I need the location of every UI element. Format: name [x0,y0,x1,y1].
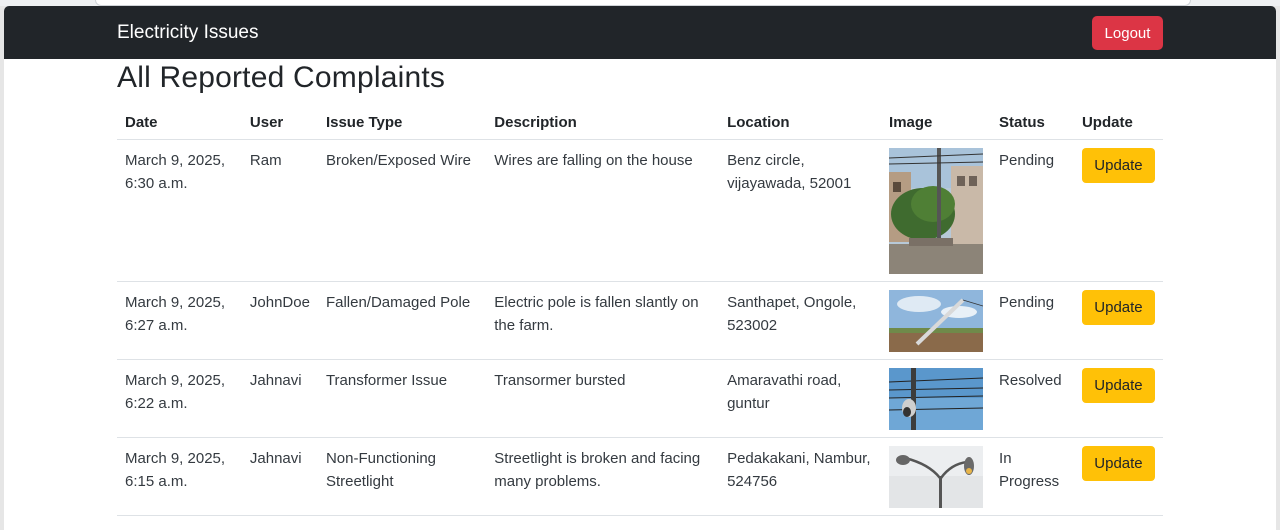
cell-issue-type: Broken/Exposed Wire [317,139,487,282]
page-frame: Electricity Issues Logout All Reported C… [4,6,1276,530]
column-header-location: Location [719,106,882,140]
cell-user: Ram [241,139,318,282]
column-header-user: User [241,106,318,140]
cell-location: Santhapet, Ongole, 523002 [719,281,882,360]
table-row: March 9, 2025, 6:27 a.m. JohnDoe Fallen/… [117,281,1163,360]
cell-status: Pending [991,139,1074,282]
column-header-update: Update [1073,106,1163,140]
cell-description: Transormer bursted [486,359,720,438]
cell-location: Amaravathi road, guntur [719,359,882,438]
column-header-date: Date [117,106,242,140]
table-row: March 9, 2025, 6:30 a.m. Ram Broken/Expo… [117,139,1163,282]
cell-date: March 9, 2025, 6:30 a.m. [117,139,242,282]
cell-image [881,281,992,360]
navbar: Electricity Issues Logout [4,6,1276,59]
cell-description: Electric pole is fallen slantly on the f… [486,281,720,360]
cell-date: March 9, 2025, 6:22 a.m. [117,359,242,438]
page-title: All Reported Complaints [117,61,446,94]
table-row: March 9, 2025, 6:15 a.m. Jahnavi Non-Fun… [117,437,1163,516]
column-header-status: Status [991,106,1074,140]
cell-location: Pedakakani, Nambur, 524756 [719,437,882,516]
cell-status: Pending [991,281,1074,360]
cell-status: Resolved [991,359,1074,438]
update-button[interactable]: Update [1081,290,1155,325]
column-header-image: Image [881,106,992,140]
update-button[interactable]: Update [1081,368,1155,403]
cell-update: Update [1073,139,1163,282]
cell-update: Update [1073,359,1163,438]
column-header-issue-type: Issue Type [317,106,487,140]
complaint-image-streetlight[interactable] [889,446,984,508]
logout-button[interactable]: Logout [1092,16,1163,50]
cell-image [881,139,992,282]
cell-location: Benz circle, vijayawada, 52001 [719,139,882,282]
table-row: March 9, 2025, 6:22 a.m. Jahnavi Transfo… [117,359,1163,438]
update-button[interactable]: Update [1081,148,1155,183]
complaint-image-wires[interactable] [889,368,984,430]
navbar-brand[interactable]: Electricity Issues [117,22,258,44]
cell-image [881,437,992,516]
cell-issue-type: Non-Functioning Streetlight [317,437,487,516]
cell-date: March 9, 2025, 6:27 a.m. [117,281,242,360]
complaint-image-fallen-pole[interactable] [889,290,984,352]
table-header-row: Date User Issue Type Description Locatio… [117,106,1163,140]
cell-update: Update [1073,437,1163,516]
cell-user: JohnDoe [241,281,318,360]
column-header-description: Description [486,106,720,140]
cell-description: Wires are falling on the house [486,139,720,282]
cell-image [881,359,992,438]
cell-issue-type: Transformer Issue [317,359,487,438]
cell-status: In Progress [991,437,1074,516]
cell-user: Jahnavi [241,437,318,516]
cell-date: March 9, 2025, 6:15 a.m. [117,437,242,516]
cell-update: Update [1073,281,1163,360]
cell-description: Streetlight is broken and facing many pr… [486,437,720,516]
cell-user: Jahnavi [241,359,318,438]
complaint-image-street-pole[interactable] [889,148,984,274]
update-button[interactable]: Update [1081,446,1155,481]
cell-issue-type: Fallen/Damaged Pole [317,281,487,360]
complaints-table: Date User Issue Type Description Locatio… [117,106,1163,516]
